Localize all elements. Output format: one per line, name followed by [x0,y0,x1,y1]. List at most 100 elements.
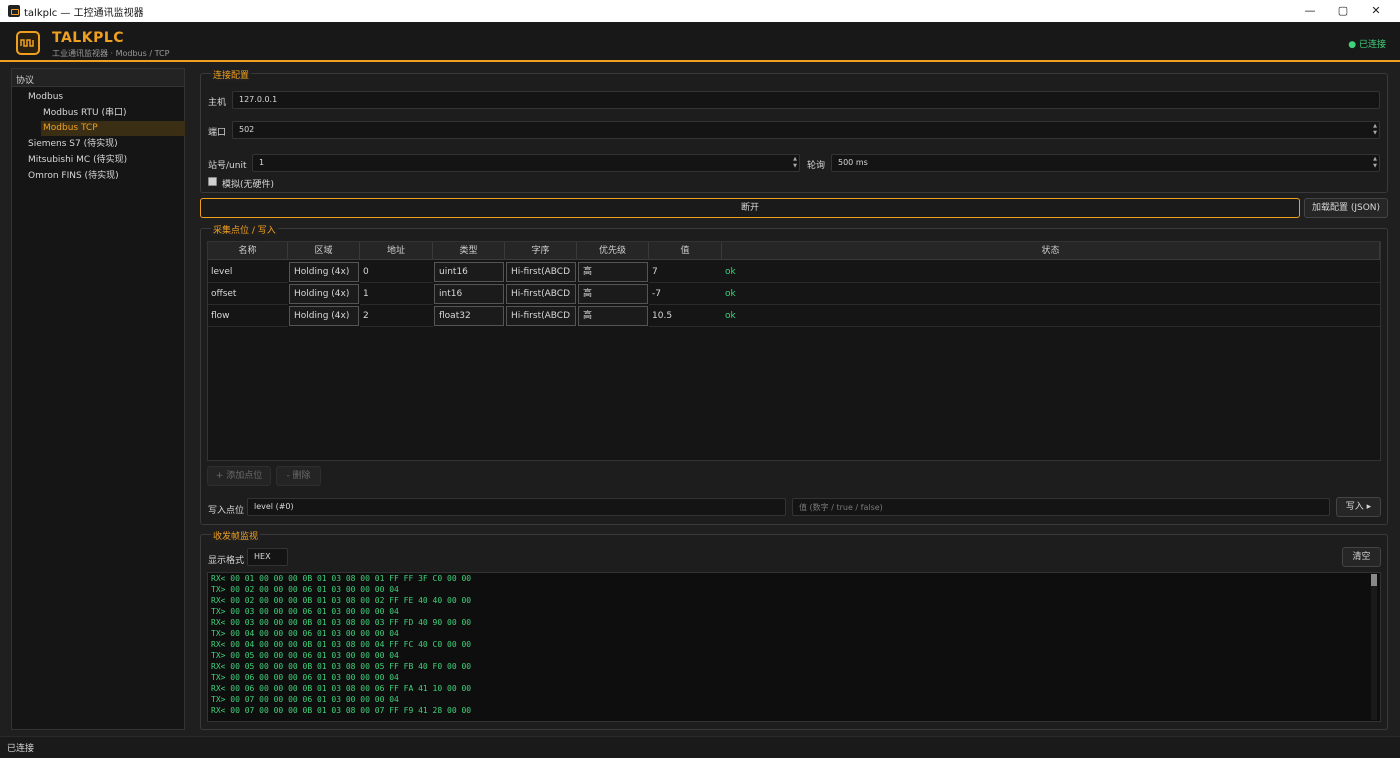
clear-button[interactable]: 清空 [1342,547,1381,567]
write-button[interactable]: 写入 ▸ [1336,497,1381,517]
col-header-value[interactable]: 值 [649,242,722,260]
minimize-button[interactable]: — [1294,0,1326,22]
cell-value: 10.5 [649,305,722,327]
maximize-button[interactable]: ▢ [1327,0,1359,22]
log-line: RX< 00 04 00 00 00 0B 01 03 08 00 04 FF … [211,640,472,649]
cell-type-select[interactable]: uint16 [434,262,504,282]
connection-group-title: 连接配置 [211,68,252,81]
app-header: TALKPLC 工业通讯监视器 · Modbus / TCP ● 已连接 [0,22,1400,62]
protocol-tree: 协议 Modbus Modbus RTU (串口) Modbus TCP Sie… [11,68,185,730]
col-header-name[interactable]: 名称 [208,242,288,260]
add-point-button[interactable]: + 添加点位 [207,466,271,486]
unit-value: 1 [259,158,265,167]
unit-stepper-icon[interactable]: ▲ ▼ [793,156,797,170]
tree-item-modbus-tcp[interactable]: Modbus TCP [41,121,185,136]
log-line: RX< 00 01 00 00 00 0B 01 03 08 00 01 FF … [211,574,472,583]
write-point-select[interactable]: level (#0) [247,498,786,516]
cell-value: -7 [649,283,722,305]
col-header-status[interactable]: 状态 [722,242,1380,260]
poll-input[interactable]: 500 ms ▲ ▼ [831,154,1380,172]
cell-order-select[interactable]: Hi-first(ABCD [506,284,576,304]
simulate-label: 模拟(无硬件) [222,180,275,190]
delete-point-button[interactable]: - 删除 [276,466,321,486]
poll-label: 轮询 [807,161,826,171]
host-label: 主机 [208,98,227,108]
cell-name[interactable]: flow [208,305,288,327]
log-line: TX> 00 07 00 00 00 06 01 03 00 00 00 04 [211,695,399,704]
cell-address[interactable]: 0 [360,261,433,283]
cell-priority-select[interactable]: 高 [578,284,648,304]
cell-name[interactable]: level [208,261,288,283]
port-value: 502 [239,125,255,134]
poll-stepper-icon[interactable]: ▲ ▼ [1373,156,1377,170]
log-line: TX> 00 04 00 00 00 06 01 03 00 00 00 04 [211,629,399,638]
simulate-checkbox[interactable] [208,177,217,186]
log-line: RX< 00 02 00 00 00 0B 01 03 08 00 02 FF … [211,596,472,605]
load-config-button[interactable]: 加载配置 (JSON) [1304,198,1388,218]
col-header-priority[interactable]: 优先级 [577,242,649,260]
cell-type-select[interactable]: float32 [434,306,504,326]
log-line: TX> 00 02 00 00 00 06 01 03 00 00 00 04 [211,585,399,594]
write-value-input[interactable]: 值 (数字 / true / false) [792,498,1330,516]
brand-name: TALKPLC [52,30,125,46]
status-bar-text: 已连接 [7,744,35,754]
status-bar: 已连接 [0,736,1400,758]
cell-priority-select[interactable]: 高 [578,262,648,282]
cell-type-select[interactable]: int16 [434,284,504,304]
cell-name[interactable]: offset [208,283,288,305]
cell-area-select[interactable]: Holding (4x) [289,306,359,326]
cell-priority-select[interactable]: 高 [578,306,648,326]
log-line: RX< 00 05 00 00 00 0B 01 03 08 00 05 FF … [211,662,472,671]
cell-order-select[interactable]: Hi-first(ABCD [506,306,576,326]
col-header-area[interactable]: 区域 [288,242,360,260]
app-icon [8,5,20,17]
log-line: TX> 00 03 00 00 00 06 01 03 00 00 00 04 [211,607,399,616]
cell-status: ok [722,283,1380,305]
log-line: RX< 00 06 00 00 00 0B 01 03 08 00 06 FF … [211,684,472,693]
tree-item-mitsubishi-mc[interactable]: Mitsubishi MC (待实现) [28,153,127,168]
cell-status: ok [722,305,1380,327]
log-line: TX> 00 05 00 00 00 06 01 03 00 00 00 04 [211,651,399,660]
unit-label: 站号/unit [208,161,247,171]
cell-area-select[interactable]: Holding (4x) [289,284,359,304]
cell-address[interactable]: 2 [360,305,433,327]
log-line: RX< 00 07 00 00 00 0B 01 03 08 00 07 FF … [211,706,472,715]
frame-log[interactable]: RX< 00 01 00 00 00 0B 01 03 08 00 01 FF … [207,572,1381,722]
poll-value: 500 ms [838,158,868,167]
cell-area-select[interactable]: Holding (4x) [289,262,359,282]
port-stepper-icon[interactable]: ▲ ▼ [1373,123,1377,137]
points-group-title: 采集点位 / 写入 [211,223,278,236]
port-label: 端口 [208,128,227,138]
display-format-select[interactable]: HEX [247,548,288,566]
cell-address[interactable]: 1 [360,283,433,305]
connection-status: ● 已连接 [1348,40,1386,50]
tree-item-modbus[interactable]: Modbus [28,90,63,105]
tree-item-modbus-rtu[interactable]: Modbus RTU (串口) [43,106,127,121]
cell-order-select[interactable]: Hi-first(ABCD [506,262,576,282]
display-format-label: 显示格式 [208,556,245,566]
window-titlebar: talkplc — 工控通讯监视器 — ▢ ✕ [0,0,1400,22]
brand-subtitle: 工业通讯监视器 · Modbus / TCP [52,49,170,58]
points-table: 名称 区域 地址 类型 字序 优先级 值 状态 level Holding (4… [207,241,1381,461]
write-point-label: 写入点位 [208,506,245,516]
monitor-group-title: 收发帧监视 [211,529,261,542]
logo-icon [16,31,40,55]
host-input[interactable]: 127.0.0.1 [232,91,1380,109]
log-line: TX> 00 06 00 00 00 06 01 03 00 00 00 04 [211,673,399,682]
col-header-word-order[interactable]: 字序 [505,242,577,260]
tree-item-siemens-s7[interactable]: Siemens S7 (待实现) [28,137,118,152]
port-input[interactable]: 502 ▲ ▼ [232,121,1380,139]
col-header-type[interactable]: 类型 [433,242,505,260]
log-scrollbar[interactable] [1371,574,1377,720]
cell-status: ok [722,261,1380,283]
protocol-tree-header: 协议 [12,69,184,87]
col-header-address[interactable]: 地址 [360,242,433,260]
close-button[interactable]: ✕ [1360,0,1392,22]
log-line: RX< 00 03 00 00 00 0B 01 03 08 00 03 FF … [211,618,472,627]
log-scrollbar-thumb[interactable] [1371,574,1377,586]
tree-item-omron-fins[interactable]: Omron FINS (待实现) [28,169,119,184]
disconnect-button[interactable]: 断开 [200,198,1300,218]
unit-input[interactable]: 1 ▲ ▼ [252,154,800,172]
cell-value: 7 [649,261,722,283]
window-title: talkplc — 工控通讯监视器 [24,8,144,19]
